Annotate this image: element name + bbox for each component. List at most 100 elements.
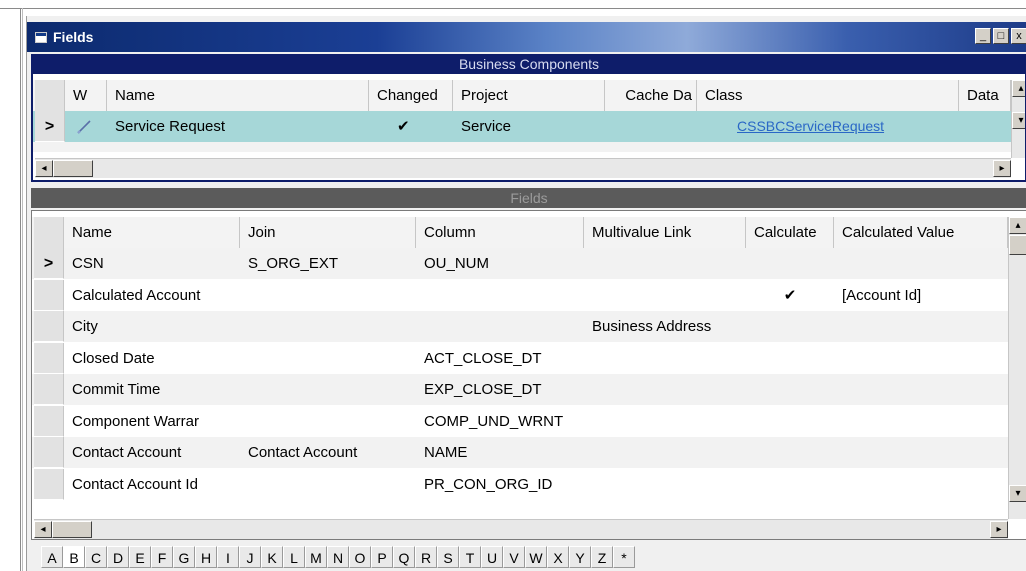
- field-calculate[interactable]: [746, 248, 834, 279]
- alphabet-filter-s[interactable]: S: [437, 546, 459, 568]
- alphabet-filter-y[interactable]: Y: [569, 546, 591, 568]
- field-calculated-value[interactable]: [Account Id]: [834, 280, 1008, 311]
- fields-scroll-thumb[interactable]: [52, 521, 92, 538]
- field-row[interactable]: Commit Time EXP_CLOSE_DT: [32, 374, 1008, 405]
- field-calculate[interactable]: [746, 311, 834, 342]
- field-join[interactable]: Contact Account: [240, 437, 416, 468]
- alphabet-filter-p[interactable]: P: [371, 546, 393, 568]
- field-name[interactable]: Contact Account Id: [64, 469, 240, 500]
- alphabet-filter-k[interactable]: K: [261, 546, 283, 568]
- bc-col-header-class[interactable]: Class: [697, 80, 959, 111]
- alphabet-filter-c[interactable]: C: [85, 546, 107, 568]
- alphabet-filter-t[interactable]: T: [459, 546, 481, 568]
- bc-col-header-data[interactable]: Data: [959, 80, 1011, 111]
- alphabet-filter-b[interactable]: B: [63, 546, 85, 568]
- alphabet-filter-z[interactable]: Z: [591, 546, 613, 568]
- fields-scroll-down-button[interactable]: ▾: [1009, 485, 1026, 502]
- field-column[interactable]: [416, 311, 584, 342]
- alphabet-filter-v[interactable]: V: [503, 546, 525, 568]
- field-calculated-value[interactable]: [834, 311, 1008, 342]
- bc-col-header-project[interactable]: Project: [453, 80, 605, 111]
- fields-vertical-scrollbar[interactable]: ▴ ▾: [1008, 217, 1026, 519]
- fields-scroll-right-button[interactable]: ▸: [990, 521, 1008, 538]
- bc-row-cache-da[interactable]: [605, 111, 697, 142]
- alphabet-filter-d[interactable]: D: [107, 546, 129, 568]
- fields-scroll-up-button[interactable]: ▴: [1009, 217, 1026, 234]
- field-calculate[interactable]: [746, 374, 834, 405]
- field-join[interactable]: [240, 311, 416, 342]
- field-join[interactable]: [240, 343, 416, 374]
- alphabet-filter-h[interactable]: H: [195, 546, 217, 568]
- bc-col-header-cache-da[interactable]: Cache Da: [605, 80, 697, 111]
- field-row[interactable]: Contact Account Id PR_CON_ORG_ID: [32, 468, 1008, 500]
- window-titlebar[interactable]: Fields _ □ x: [27, 22, 1026, 52]
- bc-scroll-down-button[interactable]: ▾: [1012, 112, 1025, 129]
- field-calculated-value[interactable]: [834, 248, 1008, 279]
- field-calculated-value[interactable]: [834, 437, 1008, 468]
- bc-row-service-request[interactable]: > Service Request ✔ Service CSSBCService…: [33, 111, 1011, 142]
- bc-col-header-name[interactable]: Name: [107, 80, 369, 111]
- field-multivalue-link[interactable]: [584, 406, 746, 437]
- field-multivalue-link[interactable]: [584, 280, 746, 311]
- alphabet-filter-m[interactable]: M: [305, 546, 327, 568]
- bc-vertical-scrollbar[interactable]: ▴ ▾: [1011, 80, 1025, 158]
- bc-scroll-thumb[interactable]: [53, 160, 93, 177]
- bc-scroll-left-button[interactable]: ◂: [35, 160, 53, 177]
- field-name[interactable]: Component Warrar: [64, 406, 240, 437]
- fields-col-header-join[interactable]: Join: [240, 217, 416, 248]
- alphabet-filter-f[interactable]: F: [151, 546, 173, 568]
- field-join[interactable]: [240, 406, 416, 437]
- field-join[interactable]: S_ORG_EXT: [240, 248, 416, 279]
- field-join[interactable]: [240, 374, 416, 405]
- field-join[interactable]: [240, 469, 416, 500]
- alphabet-filter-n[interactable]: N: [327, 546, 349, 568]
- bc-row-data[interactable]: [959, 111, 1011, 142]
- fields-vertical-thumb[interactable]: [1009, 235, 1026, 255]
- field-row[interactable]: > CSN S_ORG_EXT OU_NUM: [32, 248, 1008, 279]
- field-column[interactable]: NAME: [416, 437, 584, 468]
- field-column[interactable]: EXP_CLOSE_DT: [416, 374, 584, 405]
- bc-row-name[interactable]: Service Request: [107, 111, 369, 142]
- fields-col-header-calculated-value[interactable]: Calculated Value: [834, 217, 1008, 248]
- bc-row-class-link[interactable]: CSSBCServiceRequest: [697, 111, 959, 142]
- field-calculated-value[interactable]: [834, 374, 1008, 405]
- alphabet-filter-o[interactable]: O: [349, 546, 371, 568]
- field-row-indicator[interactable]: [34, 311, 64, 342]
- minimize-button[interactable]: _: [975, 28, 991, 44]
- field-multivalue-link[interactable]: Business Address: [584, 311, 746, 342]
- field-name[interactable]: Calculated Account: [64, 280, 240, 311]
- alphabet-filter-e[interactable]: E: [129, 546, 151, 568]
- alphabet-filter-q[interactable]: Q: [393, 546, 415, 568]
- field-row[interactable]: City Business Address: [32, 311, 1008, 342]
- alphabet-filter-g[interactable]: G: [173, 546, 195, 568]
- bc-col-header-w[interactable]: W: [65, 80, 107, 111]
- field-row[interactable]: Closed Date ACT_CLOSE_DT: [32, 342, 1008, 374]
- close-button[interactable]: x: [1011, 28, 1026, 44]
- field-name[interactable]: City: [64, 311, 240, 342]
- field-calculated-value[interactable]: [834, 343, 1008, 374]
- fields-scroll-left-button[interactable]: ◂: [34, 521, 52, 538]
- fields-col-header-multivalue-link[interactable]: Multivalue Link: [584, 217, 746, 248]
- alphabet-filter-i[interactable]: I: [217, 546, 239, 568]
- field-calculate[interactable]: [746, 343, 834, 374]
- bc-row-changed-check[interactable]: ✔: [369, 111, 453, 142]
- bc-horizontal-scrollbar[interactable]: ◂ ▸: [35, 158, 1011, 178]
- bc-row-project[interactable]: Service: [453, 111, 605, 142]
- field-name[interactable]: Contact Account: [64, 437, 240, 468]
- bc-row-w-cell[interactable]: [65, 111, 107, 142]
- alphabet-filter-l[interactable]: L: [283, 546, 305, 568]
- field-row-indicator[interactable]: [34, 437, 64, 468]
- field-column[interactable]: PR_CON_ORG_ID: [416, 469, 584, 500]
- field-multivalue-link[interactable]: [584, 469, 746, 500]
- bc-scroll-up-button[interactable]: ▴: [1012, 80, 1025, 97]
- field-row[interactable]: Calculated Account ✔ [Account Id]: [32, 279, 1008, 311]
- maximize-button[interactable]: □: [993, 28, 1009, 44]
- field-row-indicator[interactable]: >: [34, 248, 64, 279]
- field-name[interactable]: CSN: [64, 248, 240, 279]
- bc-scroll-right-button[interactable]: ▸: [993, 160, 1011, 177]
- alphabet-filter-w[interactable]: W: [525, 546, 547, 568]
- field-calculate[interactable]: ✔: [746, 280, 834, 311]
- field-calculated-value[interactable]: [834, 406, 1008, 437]
- bc-row-indicator[interactable]: >: [35, 111, 65, 142]
- fields-col-header-name[interactable]: Name: [64, 217, 240, 248]
